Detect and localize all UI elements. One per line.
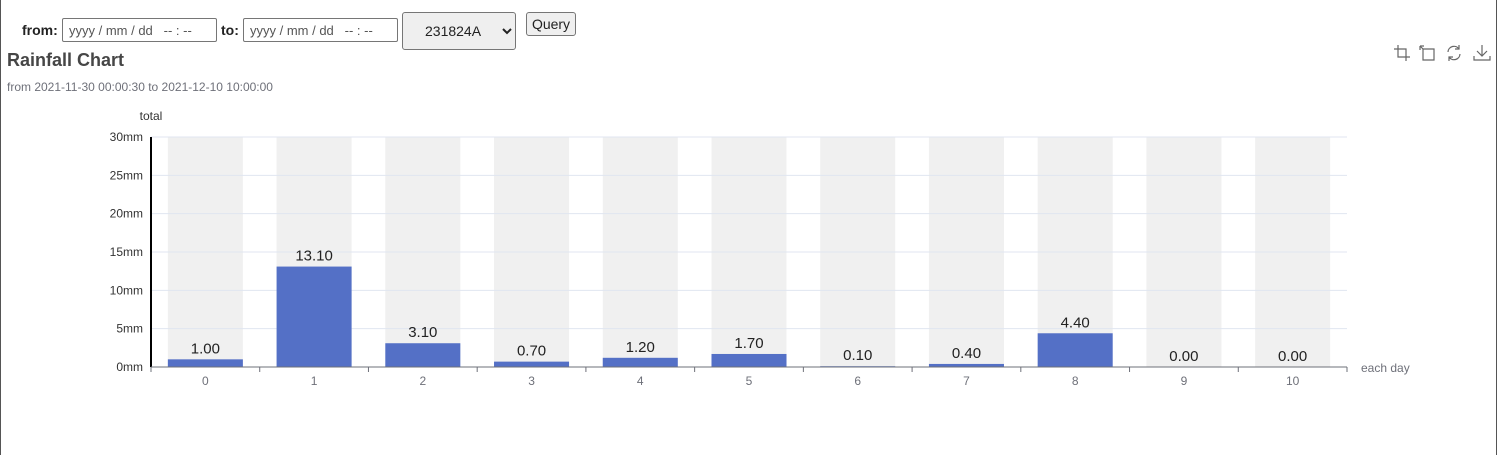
chart-toolbox xyxy=(1393,44,1493,62)
to-label: to: xyxy=(221,22,239,38)
to-datetime-input[interactable] xyxy=(243,18,398,42)
restore-icon[interactable] xyxy=(1445,44,1463,62)
bar xyxy=(602,357,678,367)
x-tick-label: 6 xyxy=(854,374,861,388)
x-tick-label: 0 xyxy=(202,374,209,388)
data-label: 0.40 xyxy=(952,345,981,362)
download-icon[interactable] xyxy=(1473,44,1491,62)
y-tick-label: 30mm xyxy=(110,130,143,144)
chart-title: Rainfall Chart xyxy=(7,50,125,70)
from-label: from: xyxy=(22,22,58,38)
x-tick-label: 8 xyxy=(1072,374,1079,388)
data-label: 0.70 xyxy=(517,343,546,360)
y-tick-label: 25mm xyxy=(110,168,143,182)
data-label: 1.00 xyxy=(191,340,220,357)
data-label: 1.20 xyxy=(626,339,655,356)
query-bar: from: to: 231824A Query xyxy=(1,12,701,50)
x-tick-label: 2 xyxy=(419,374,426,388)
bar xyxy=(167,359,243,367)
x-tick-label: 7 xyxy=(963,374,970,388)
data-label: 0.10 xyxy=(843,347,872,364)
zoom-icon[interactable] xyxy=(1393,44,1411,62)
chart-subtitle: from 2021-11-30 00:00:30 to 2021-12-10 1… xyxy=(7,80,273,94)
station-select[interactable]: 231824A xyxy=(402,12,516,50)
x-tick-label: 4 xyxy=(637,374,644,388)
data-label: 3.10 xyxy=(408,324,437,341)
zoom-reset-icon[interactable] xyxy=(1419,44,1437,62)
y-tick-label: 15mm xyxy=(110,245,143,259)
rainfall-bar-chart: 0mm 5mm 10mm 15mm 20mm 25mm 30mm 1.00 13.10 3.10 0… xyxy=(110,109,1410,388)
bar xyxy=(385,343,461,367)
x-tick-label: 9 xyxy=(1181,374,1188,388)
x-tick-label: 1 xyxy=(311,374,318,388)
data-label: 0.00 xyxy=(1169,348,1198,365)
y-tick-label: 0mm xyxy=(116,360,143,374)
data-label: 0.00 xyxy=(1278,348,1307,365)
x-tick-label: 10 xyxy=(1286,374,1300,388)
data-label: 13.10 xyxy=(295,248,333,265)
y-tick-label: 5mm xyxy=(116,322,143,336)
query-button[interactable]: Query xyxy=(526,12,576,36)
x-tick-label: 5 xyxy=(746,374,753,388)
bar xyxy=(276,266,352,367)
bar xyxy=(494,361,570,367)
x-axis-name: each day xyxy=(1361,361,1410,375)
y-tick-label: 10mm xyxy=(110,283,143,297)
bar xyxy=(1037,333,1113,367)
y-tick-label: 20mm xyxy=(110,207,143,221)
bar xyxy=(711,353,787,367)
y-axis-name: total xyxy=(140,109,163,123)
data-label: 4.40 xyxy=(1061,314,1090,331)
data-label: 1.70 xyxy=(734,335,763,352)
from-datetime-input[interactable] xyxy=(62,18,217,42)
x-tick-label: 3 xyxy=(528,374,535,388)
